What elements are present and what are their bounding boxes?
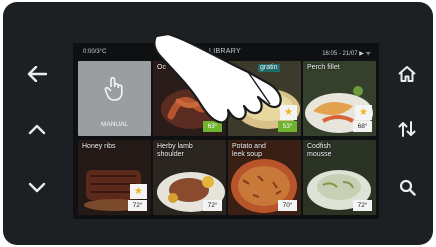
search-icon[interactable] [394,174,420,200]
tile-perch-fillet[interactable]: Perch fillet ★ 68° [303,61,376,136]
home-icon[interactable] [394,61,420,87]
tile-codfish-mousse-label: Codfish mousse [307,143,332,158]
tile-honey-ribs-temp: 72° [128,200,147,211]
tile-perch-fillet-label: Perch fillet [307,64,340,71]
tile-herby-lamb-shoulder[interactable]: Herby lamb shoulder 72° [153,140,226,215]
scroll-down-chevron-icon[interactable] [24,174,50,200]
hand-pointer-icon [104,76,123,101]
tile-honey-ribs[interactable]: Honey ribs ★ 72° [78,140,151,215]
tile-potato-leek-soup-label: Potato and leek soup [232,143,266,158]
favorite-star-icon: ★ [355,105,372,120]
tile-honey-ribs-label: Honey ribs [82,143,116,150]
tile-manual-label: MANUAL [100,121,129,128]
tile-perch-fillet-temp: 68° [353,121,372,132]
tile-herby-lamb-shoulder-temp: 72° [203,200,222,211]
pointing-hand-overlay [153,32,282,124]
scroll-up-chevron-icon[interactable] [24,116,50,142]
oven-control-panel: 0:00/3°C LIBRARY 16:05 - 21/07 ▶ ᯤ MANUA… [3,2,433,245]
clock-date-readout: 16:05 - 21/07 ▶ ᯤ [322,51,371,57]
favorite-star-icon: ★ [130,184,147,199]
back-arrow-icon[interactable] [24,61,50,87]
tile-codfish-mousse[interactable]: Codfish mousse 72° [303,140,376,215]
tile-manual[interactable]: MANUAL [78,61,151,136]
tile-codfish-mousse-temp: 72° [353,200,372,211]
tile-potato-leek-soup-temp: 70° [278,200,297,211]
tile-herby-lamb-shoulder-label: Herby lamb shoulder [157,143,193,158]
sort-arrows-icon[interactable] [394,116,420,142]
tile-potato-leek-soup[interactable]: Potato and leek soup 70° [228,140,301,215]
temperature-readout: 0:00/3°C [83,49,107,55]
